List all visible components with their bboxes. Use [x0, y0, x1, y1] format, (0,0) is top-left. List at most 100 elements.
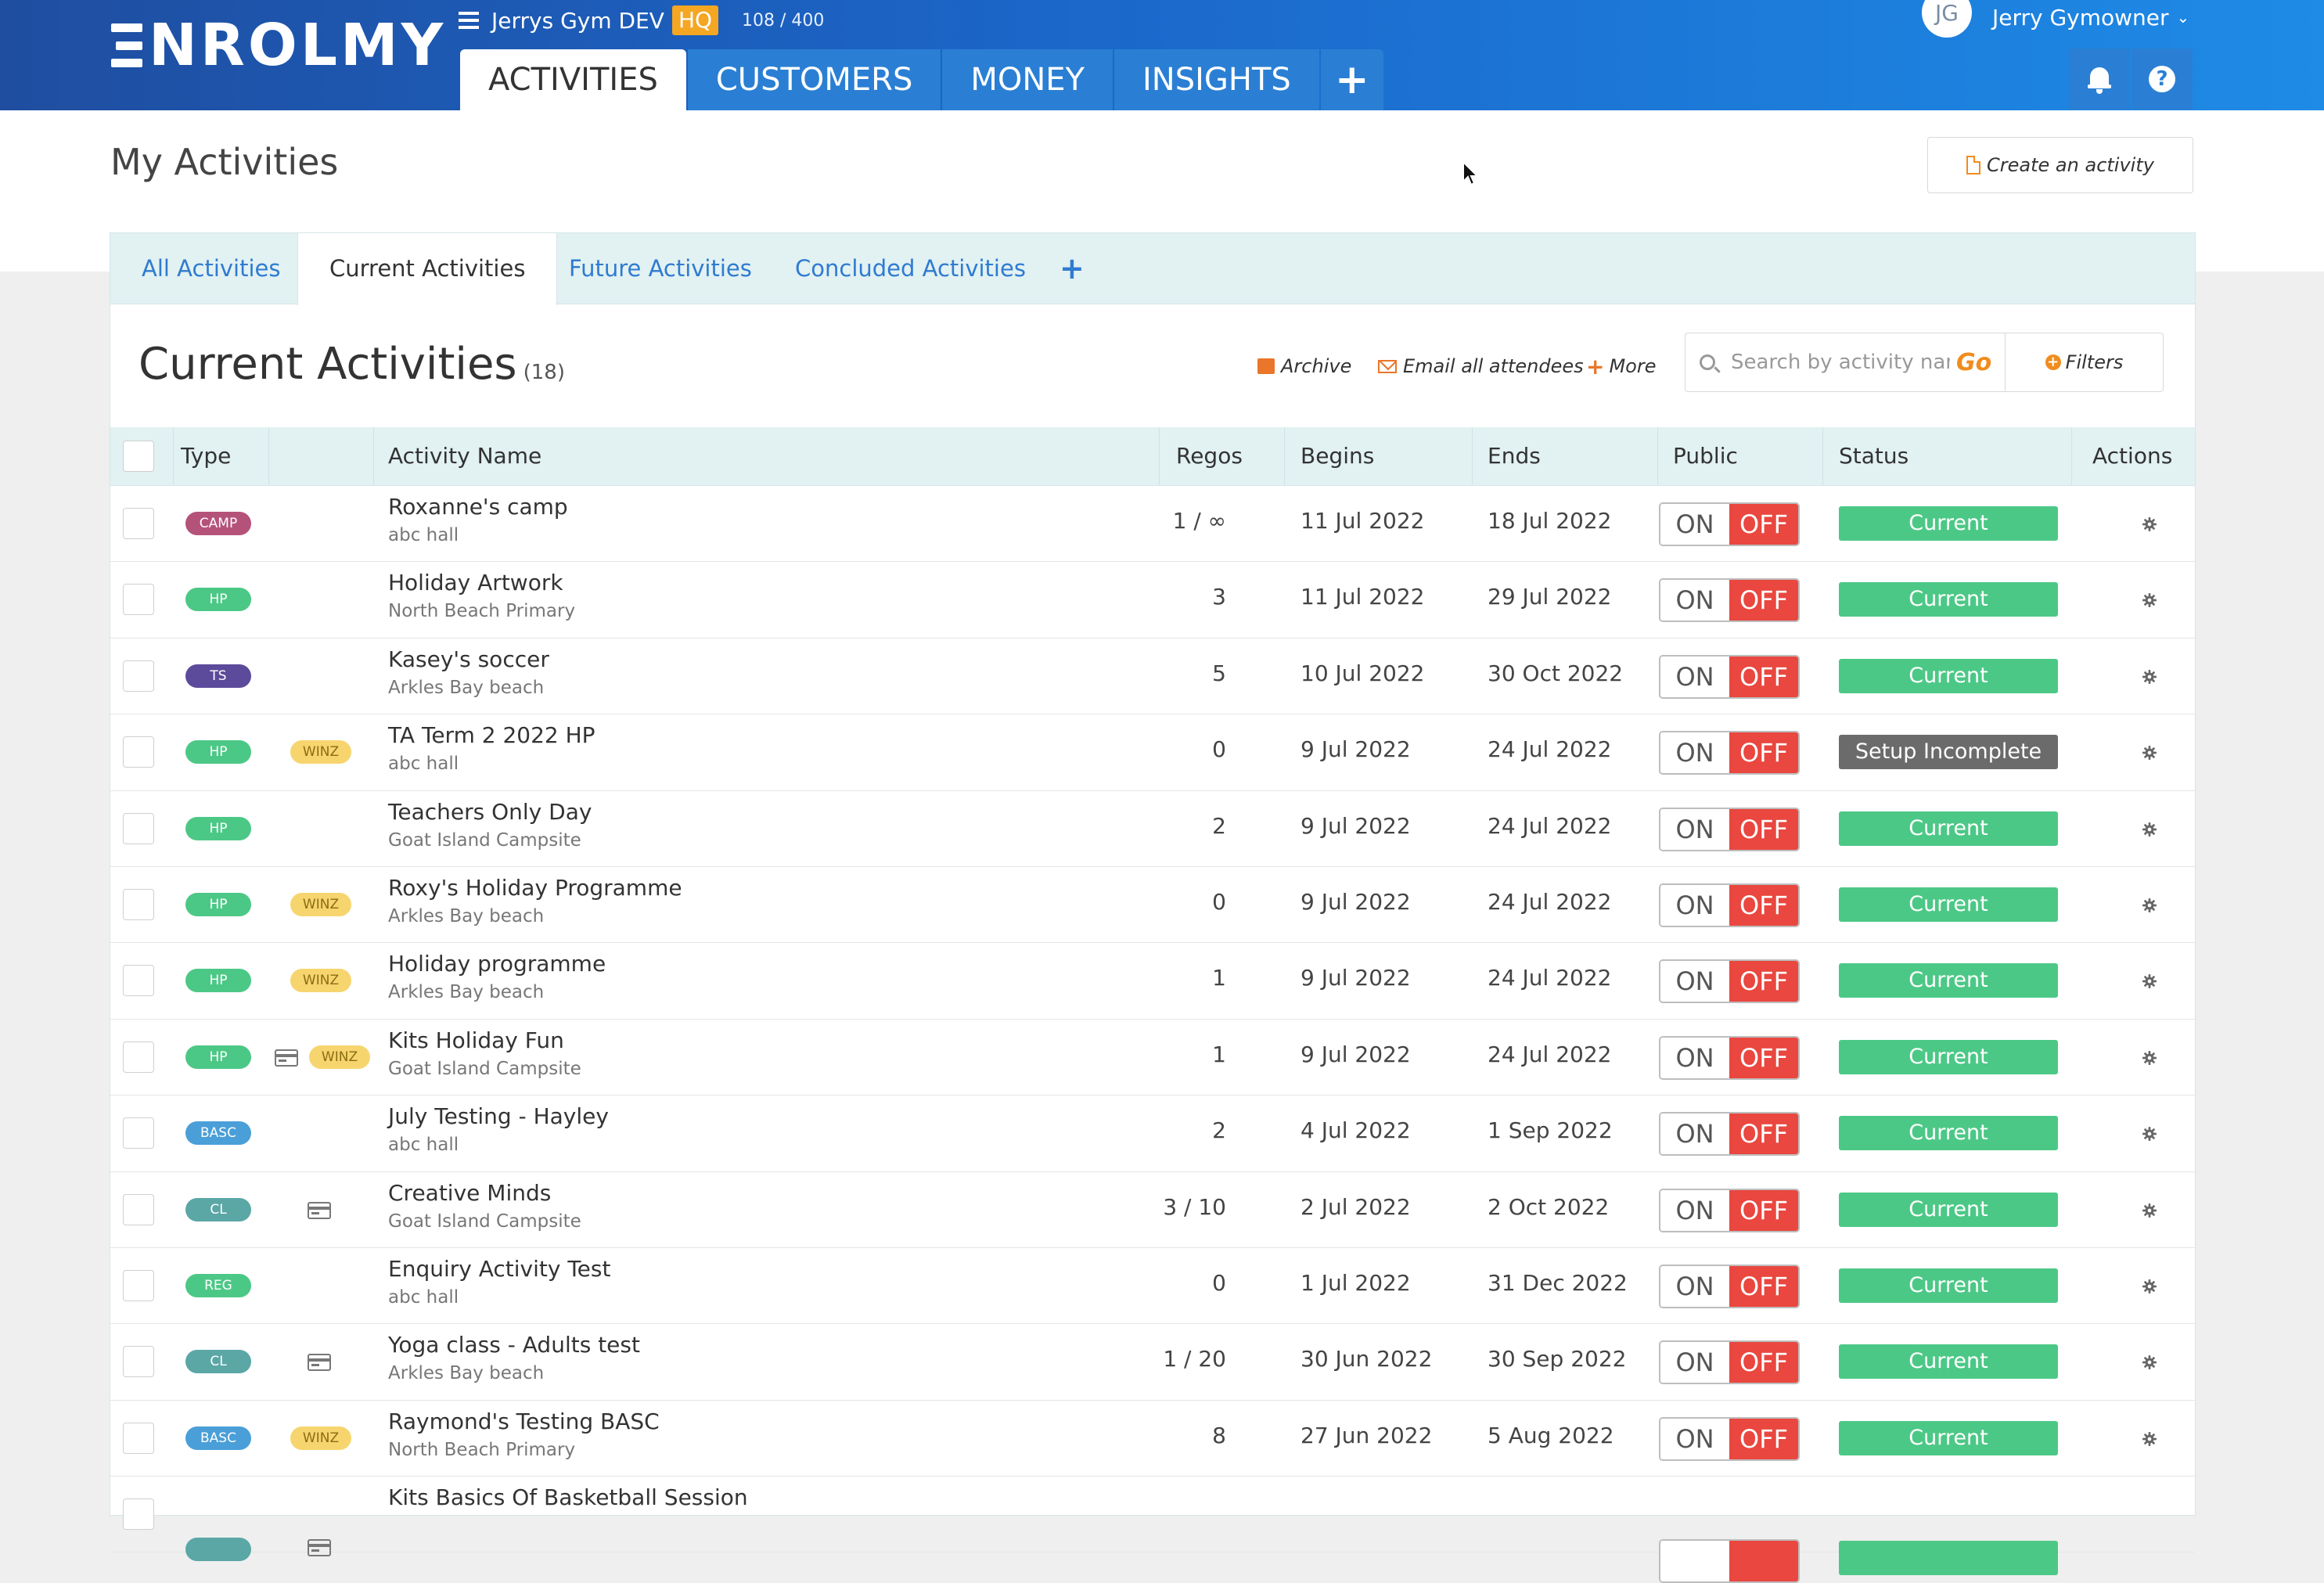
toggle-on[interactable]: ON [1660, 1265, 1729, 1307]
activity-name-link[interactable]: Creative Minds [388, 1180, 551, 1206]
toggle-on[interactable]: ON [1660, 1113, 1729, 1155]
table-row[interactable]: Kits Basics Of Basketball Session [110, 1477, 2195, 1583]
regos-count[interactable]: 3 / 10 [1104, 1194, 1226, 1220]
nav-tab-customers[interactable]: CUSTOMERS [687, 49, 941, 110]
table-row[interactable]: BASC July Testing - Hayley abc hall 2 4 Jul … [110, 1096, 2195, 1172]
activity-name-link[interactable]: Kits Holiday Fun [388, 1027, 564, 1053]
user-name[interactable]: Jerry Gymowner [1992, 5, 2169, 31]
tab-current-activities[interactable]: Current Activities [297, 233, 558, 305]
chevron-down-icon[interactable]: ⌄ [2177, 8, 2190, 27]
column-public[interactable]: Public [1673, 427, 1738, 485]
public-toggle[interactable]: ON OFF [1659, 959, 1800, 1004]
more-button[interactable]: + More [1586, 351, 1657, 382]
regos-count[interactable]: 1 / ∞ [1104, 508, 1226, 534]
column-activity-name[interactable]: Activity Name [388, 427, 541, 485]
activity-name-link[interactable]: Kits Basics Of Basketball Session [388, 1484, 748, 1510]
gear-icon[interactable] [2142, 517, 2157, 531]
public-toggle[interactable]: ON OFF [1659, 1416, 1800, 1461]
account-switcher[interactable]: Jerrys Gym DEV HQ 108 / 400 [459, 5, 824, 36]
toggle-off[interactable]: OFF [1729, 1189, 1798, 1231]
table-row[interactable]: HP WINZ Roxy's Holiday Programme Arkles Bay… [110, 867, 2195, 944]
public-toggle[interactable]: ON OFF [1659, 1264, 1800, 1308]
select-all-checkbox[interactable] [123, 441, 154, 472]
table-row[interactable]: CAMP Roxanne's camp abc hall 1 / ∞ 11 Jul 20… [110, 486, 2195, 563]
notifications-button[interactable] [2069, 49, 2130, 110]
tab-future-activities[interactable]: Future Activities [569, 233, 752, 304]
regos-count[interactable]: 0 [1104, 736, 1226, 762]
nav-tab-insights[interactable]: INSIGHTS [1113, 49, 1319, 110]
regos-count[interactable]: 5 [1104, 660, 1226, 686]
row-checkbox[interactable] [123, 812, 154, 844]
toggle-on[interactable]: ON [1660, 732, 1729, 774]
activity-name-link[interactable]: TA Term 2 2022 HP [388, 722, 595, 748]
toggle-on[interactable]: ON [1660, 656, 1729, 697]
gear-icon[interactable] [2142, 1050, 2157, 1065]
table-row[interactable]: BASC WINZ Raymond's Testing BASC North Beac… [110, 1401, 2195, 1477]
row-checkbox[interactable] [123, 1269, 154, 1301]
public-toggle[interactable]: ON OFF [1659, 1340, 1800, 1385]
column-status[interactable]: Status [1839, 427, 1908, 485]
hamburger-icon[interactable] [459, 12, 479, 29]
toggle-off[interactable]: OFF [1729, 1037, 1798, 1078]
activity-name-link[interactable]: Holiday programme [388, 951, 606, 977]
regos-count[interactable]: 3 [1104, 584, 1226, 610]
table-row[interactable]: REG Enquiry Activity Test abc hall 0 1 Jul 2… [110, 1248, 2195, 1325]
row-checkbox[interactable] [123, 1193, 154, 1225]
toggle-off[interactable]: OFF [1729, 1265, 1798, 1307]
help-button[interactable]: ? [2132, 49, 2193, 110]
add-tab-button[interactable]: + [1059, 233, 1085, 304]
gear-icon[interactable] [2142, 1355, 2157, 1370]
activity-name-link[interactable]: Raymond's Testing BASC [388, 1409, 660, 1434]
nav-tab-activities[interactable]: ACTIVITIES [460, 49, 686, 110]
table-row[interactable]: HP WINZ TA Term 2 2022 HP abc hall 0 9 Jul 20… [110, 714, 2195, 791]
row-checkbox[interactable] [123, 888, 154, 920]
table-row[interactable]: HP Holiday Artwork North Beach Primary 3 11 … [110, 562, 2195, 639]
column-regos[interactable]: Regos [1176, 427, 1243, 485]
table-row[interactable]: HP Teachers Only Day Goat Island Campsite 2… [110, 791, 2195, 867]
toggle-off[interactable]: OFF [1729, 884, 1798, 926]
row-checkbox[interactable] [123, 584, 154, 616]
regos-count[interactable]: 0 [1104, 889, 1226, 915]
public-toggle[interactable]: ON OFF [1659, 1112, 1800, 1157]
activity-name-link[interactable]: Holiday Artwork [388, 570, 563, 595]
row-checkbox[interactable] [123, 508, 154, 539]
row-checkbox[interactable] [123, 1117, 154, 1149]
activity-name-link[interactable]: Roxy's Holiday Programme [388, 875, 682, 901]
toggle-on[interactable]: ON [1660, 1418, 1729, 1459]
regos-count[interactable]: 1 / 20 [1104, 1346, 1226, 1372]
table-row[interactable]: CL Yoga class - Adults test Arkles Bay bea… [110, 1324, 2195, 1401]
nav-tab-money[interactable]: MONEY [942, 49, 1113, 110]
public-toggle[interactable]: ON OFF [1659, 502, 1800, 546]
gear-icon[interactable] [2142, 1127, 2157, 1142]
public-toggle[interactable]: ON OFF [1659, 883, 1800, 927]
enrolmy-logo[interactable]: NROLMY [111, 14, 446, 77]
filters-button[interactable]: + Filters [2006, 333, 2164, 392]
toggle-off[interactable]: OFF [1729, 732, 1798, 774]
public-toggle[interactable]: ON OFF [1659, 807, 1800, 851]
regos-count[interactable]: 2 [1104, 1117, 1226, 1143]
activity-name-link[interactable]: Yoga class - Adults test [388, 1332, 640, 1358]
row-checkbox[interactable] [123, 1041, 154, 1073]
public-toggle[interactable] [1659, 1539, 1800, 1583]
toggle-on[interactable]: ON [1660, 1342, 1729, 1383]
regos-count[interactable]: 1 [1104, 1042, 1226, 1067]
activity-name-link[interactable]: July Testing - Hayley [388, 1103, 609, 1129]
toggle-off[interactable]: OFF [1729, 961, 1798, 1002]
table-row[interactable]: CL Creative Minds Goat Island Campsite 3 / … [110, 1172, 2195, 1248]
gear-icon[interactable] [2142, 1279, 2157, 1293]
public-toggle[interactable]: ON OFF [1659, 731, 1800, 775]
regos-count[interactable]: 2 [1104, 813, 1226, 839]
activity-name-link[interactable]: Enquiry Activity Test [388, 1256, 610, 1282]
avatar[interactable]: JG [1922, 0, 1972, 38]
row-checkbox[interactable] [123, 1346, 154, 1378]
row-checkbox[interactable] [123, 1498, 154, 1531]
toggle-on[interactable]: ON [1660, 961, 1729, 1002]
column-type[interactable]: Type [181, 427, 231, 485]
toggle-off[interactable]: OFF [1729, 808, 1798, 850]
gear-icon[interactable] [2142, 746, 2157, 761]
row-checkbox[interactable] [123, 660, 154, 692]
gear-icon[interactable] [2142, 974, 2157, 989]
regos-count[interactable]: 8 [1104, 1423, 1226, 1448]
user-menu[interactable]: JG Jerry Gymowner ⌄ [1922, 0, 2190, 38]
gear-icon[interactable] [2142, 1431, 2157, 1446]
